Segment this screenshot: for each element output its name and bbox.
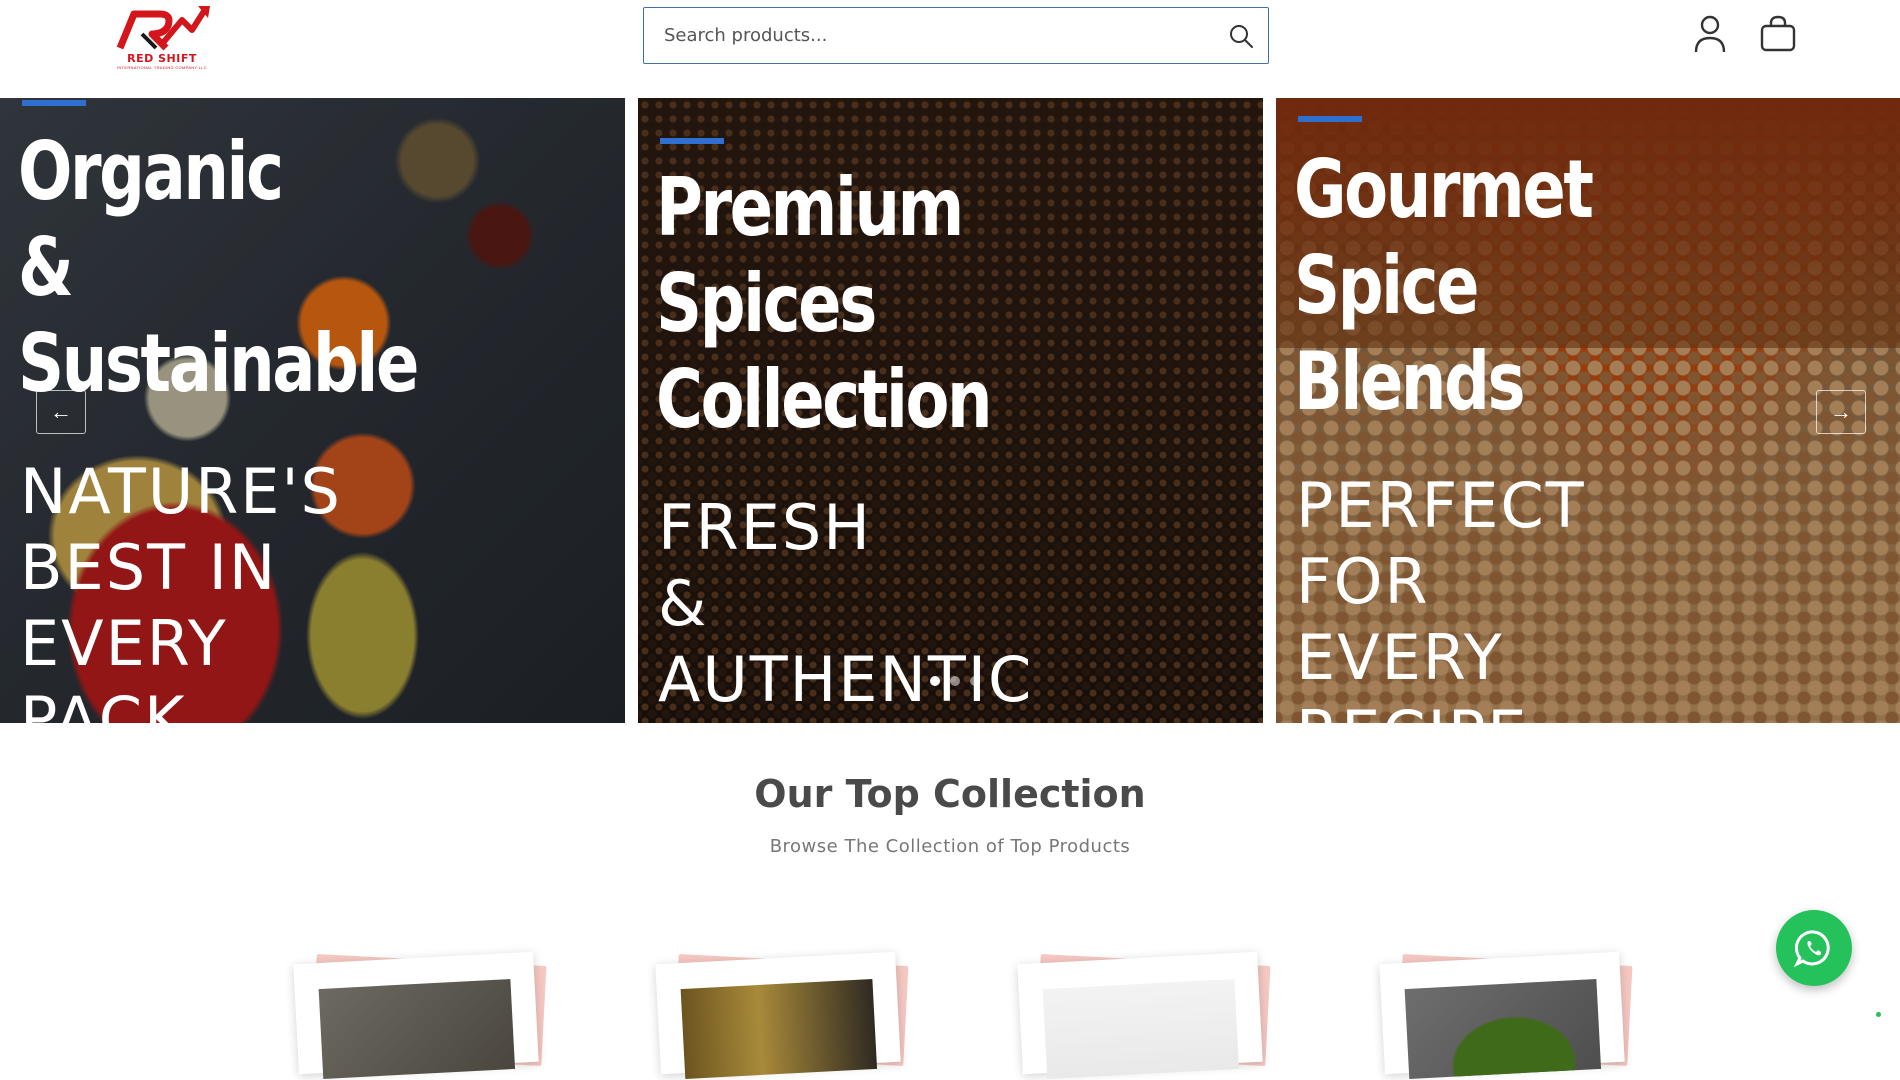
brand-tagline: INTERNATIONAL TRADING COMPANY LLC xyxy=(117,65,207,70)
slide-title: Premium Spices Collection xyxy=(656,161,993,446)
whatsapp-icon xyxy=(1794,930,1830,968)
search-bar xyxy=(643,7,1269,64)
product-image xyxy=(1404,979,1602,1079)
search-input[interactable] xyxy=(644,8,1204,62)
product-image xyxy=(318,979,516,1079)
slide-subtitle: NATURE'S BEST IN EVERY PACK xyxy=(20,455,342,723)
slider-next-button[interactable]: → xyxy=(1816,390,1866,434)
slider-dot[interactable] xyxy=(930,676,940,686)
product-card[interactable] xyxy=(293,951,547,1079)
arrow-right-icon: → xyxy=(1830,399,1852,424)
hero-slide-2[interactable]: Premium Spices Collection FRESH & AUTHEN… xyxy=(638,98,1263,723)
logo-mark-icon xyxy=(116,6,210,51)
card-frame xyxy=(1017,951,1263,1079)
arrow-left-icon: ← xyxy=(50,399,72,424)
status-dot xyxy=(1876,1012,1881,1017)
section-title: Our Top Collection xyxy=(754,772,1146,816)
slider-dot[interactable] xyxy=(970,676,980,686)
slide-accent-bar xyxy=(22,100,86,106)
product-card[interactable] xyxy=(1379,951,1633,1079)
brand-logo[interactable]: RED SHIFT INTERNATIONAL TRADING COMPANY … xyxy=(112,4,212,72)
section-subtitle: Browse The Collection of Top Products xyxy=(769,836,1131,857)
shopping-bag-icon xyxy=(1760,15,1796,52)
product-card[interactable] xyxy=(1017,951,1271,1079)
slide-accent-bar xyxy=(660,138,724,144)
search-button[interactable] xyxy=(1224,19,1258,53)
hero-slider: Organic & Sustainable NATURE'S BEST IN E… xyxy=(0,98,1900,723)
card-frame xyxy=(293,951,539,1079)
slide-title: Organic & Sustainable xyxy=(18,125,419,410)
product-card[interactable] xyxy=(655,951,909,1079)
slider-prev-button[interactable]: ← xyxy=(36,390,86,434)
account-button[interactable] xyxy=(1692,14,1728,54)
hero-slide-3[interactable]: Gourmet Spice Blends PERFECT FOR EVERY R… xyxy=(1276,98,1900,723)
product-image xyxy=(680,979,878,1079)
slider-dot[interactable] xyxy=(950,676,960,686)
whatsapp-button[interactable] xyxy=(1776,910,1852,986)
hero-slide-1[interactable]: Organic & Sustainable NATURE'S BEST IN E… xyxy=(0,98,625,723)
cart-button[interactable] xyxy=(1758,14,1798,54)
brand-name: RED SHIFT xyxy=(127,52,197,65)
card-frame xyxy=(655,951,901,1079)
user-icon xyxy=(1694,15,1726,53)
slider-dots xyxy=(930,676,980,686)
search-icon xyxy=(1230,25,1253,48)
slide-accent-bar xyxy=(1298,116,1362,122)
site-header: RED SHIFT INTERNATIONAL TRADING COMPANY … xyxy=(0,0,1900,98)
slide-subtitle: PERFECT FOR EVERY RECIPE xyxy=(1296,469,1586,723)
card-frame xyxy=(1379,951,1625,1079)
slide-title: Gourmet Spice Blends xyxy=(1294,143,1594,428)
product-image xyxy=(1042,979,1240,1079)
